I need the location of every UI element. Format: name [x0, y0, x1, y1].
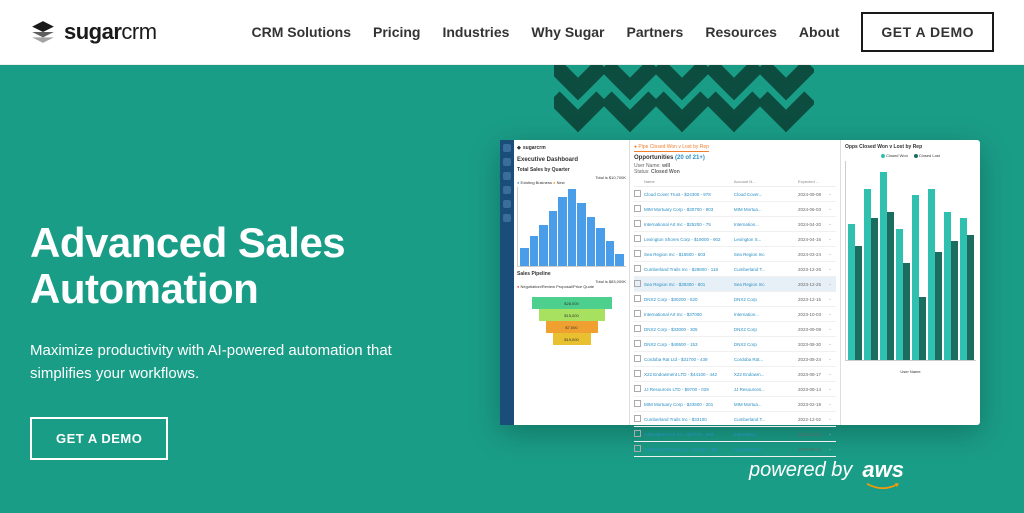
logo[interactable]: sugarcrm: [30, 19, 157, 45]
grid-icon: [503, 172, 511, 180]
table-row: Sea Region Inc - $39300 - 801Sea Region …: [634, 277, 836, 292]
table-row: DNX2 Corp - $30200 - 520DNX2 Corp2023-12…: [634, 292, 836, 307]
dash-right-panel: Opps Closed Won v Lost by Rep Closed Won…: [840, 140, 980, 425]
table-body: Cloud Cover Trust - $24300 - 978Cloud Co…: [634, 187, 836, 457]
table-row: International Art Inc - $37000Internatio…: [634, 307, 836, 322]
table-row: Cordoba Rat Ltd - $31700 - 439Cordoba Ra…: [634, 352, 836, 367]
nav-pricing[interactable]: Pricing: [373, 24, 420, 40]
nav-resources[interactable]: Resources: [705, 24, 777, 40]
right-xlabel: User Name: [845, 369, 976, 374]
dash-left-panel: ◆ sugarcrm Executive Dashboard Total Sal…: [514, 140, 629, 425]
nav-partners[interactable]: Partners: [627, 24, 684, 40]
hero-visual: ◆ sugarcrm Executive Dashboard Total Sal…: [500, 65, 1024, 513]
gear-icon: [503, 214, 511, 222]
aws-smile-icon: [862, 483, 904, 491]
nav-industries[interactable]: Industries: [442, 24, 509, 40]
opp-filters: User Name: willStatus: Closed Won: [634, 163, 836, 175]
user-icon: [503, 186, 511, 194]
table-row: Lexington Shores Corp - $19000 - 902Lexi…: [634, 232, 836, 247]
main-nav: CRM Solutions Pricing Industries Why Sug…: [251, 12, 994, 52]
right-chart-title: Opps Closed Won v Lost by Rep: [845, 144, 976, 150]
table-row: International Art Inc - $27740 - 984Inte…: [634, 427, 836, 442]
home-icon: [503, 144, 511, 152]
hero-demo-button[interactable]: GET A DEMO: [30, 417, 168, 460]
table-row: Sea Region Inc - $15500 - 603Sea Region …: [634, 247, 836, 262]
dash-mid-panel: ● Pipe Closed Won v Lost by Rep Opportun…: [629, 140, 840, 425]
exec-dashboard-title: Executive Dashboard: [517, 157, 626, 163]
table-row: DNX2 Corp - $49500 - 153DNX2 Corp2023-08…: [634, 337, 836, 352]
table-row: International Art Inc - $25200 - 75Inter…: [634, 217, 836, 232]
header-demo-button[interactable]: GET A DEMO: [861, 12, 994, 52]
legend-existing: Existing Business: [521, 180, 552, 185]
hero-subtitle: Maximize productivity with AI-powered au…: [30, 340, 410, 385]
won-lost-bar-chart: [845, 161, 976, 361]
table-row: MIM Mortuary Corp - $30700 - 903MIM Mort…: [634, 202, 836, 217]
table-row: Cumberland Trails Inc - $33100Cumberland…: [634, 412, 836, 427]
opportunities-title: Opportunities (20 of 21+): [634, 155, 836, 161]
dash-sidebar: [500, 140, 514, 425]
nav-about[interactable]: About: [799, 24, 839, 40]
legend-new: New: [557, 180, 565, 185]
dashboard-screenshot: ◆ sugarcrm Executive Dashboard Total Sal…: [500, 140, 980, 425]
table-row: Cumberland Trails Inc - $28800 - 118Cumb…: [634, 262, 836, 277]
table-row: Cumberland Trails Inc - $41260 - 982Cumb…: [634, 442, 836, 457]
chart-icon: [503, 200, 511, 208]
hero-content: Advanced SalesAutomation Maximize produc…: [0, 65, 500, 513]
logo-text: sugarcrm: [64, 19, 157, 45]
table-row: DNX2 Corp - $33000 - 305DNX2 Corp2023-09…: [634, 322, 836, 337]
right-legend: Closed Won Closed Lost: [845, 153, 976, 158]
aws-logo: aws: [862, 457, 904, 483]
table-row: X22 Endowment LTD - $44100 - 442X22 Endo…: [634, 367, 836, 382]
hero-title: Advanced SalesAutomation: [30, 220, 470, 312]
hero-section: Advanced SalesAutomation Maximize produc…: [0, 65, 1024, 513]
dash-logo: ◆ sugarcrm: [517, 143, 626, 153]
sales-quarter-title: Total Sales by Quarter: [517, 167, 626, 173]
pipeline-legend: Negotiation/Review Proposal/Price Quote: [521, 284, 595, 289]
powered-label: powered by: [749, 459, 852, 482]
main-header: sugarcrm CRM Solutions Pricing Industrie…: [0, 0, 1024, 65]
stack-icon: [30, 19, 56, 45]
plus-icon: [503, 158, 511, 166]
funnel-chart: $28,000$15,000$7,000$19,000: [517, 297, 626, 345]
powered-by: powered by aws: [749, 457, 904, 483]
pipeline-tab: ● Pipe Closed Won v Lost by Rep: [634, 144, 709, 152]
pipeline-title: Sales Pipeline: [517, 271, 626, 277]
table-row: MIM Mortuary Corp - $43500 - 201MIM Mort…: [634, 397, 836, 412]
nav-why-sugar[interactable]: Why Sugar: [531, 24, 604, 40]
table-row: Cloud Cover Trust - $24300 - 978Cloud Co…: [634, 187, 836, 202]
table-row: JJ Resources LTD - $9700 - 029JJ Resourc…: [634, 382, 836, 397]
nav-crm-solutions[interactable]: CRM Solutions: [251, 24, 351, 40]
table-header: NameAccount N...Expected ...: [634, 179, 836, 187]
quarter-bar-chart: [517, 187, 626, 267]
